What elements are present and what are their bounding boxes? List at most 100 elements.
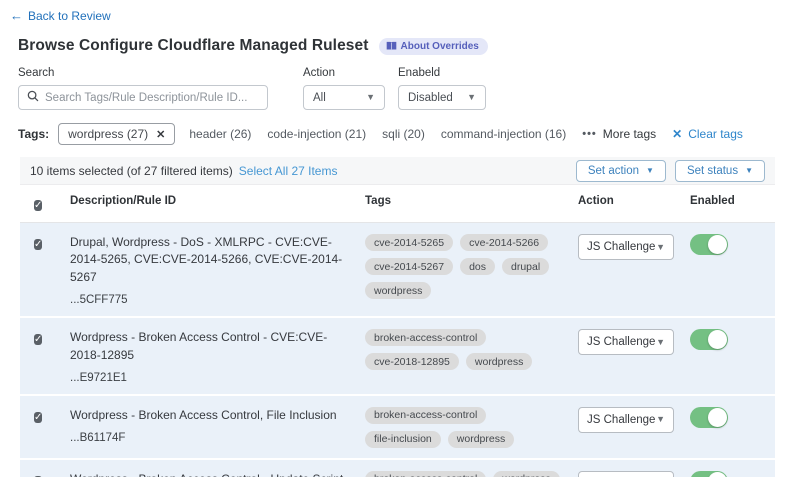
filter-tag[interactable]: sqli (20) bbox=[382, 127, 425, 141]
tag-pill: wordpress bbox=[493, 471, 559, 477]
tag-pill: wordpress bbox=[448, 431, 514, 448]
rule-id: ...5CFF775 bbox=[70, 294, 365, 306]
chevron-down-icon: ▼ bbox=[656, 415, 665, 424]
search-box bbox=[18, 85, 268, 110]
selected-tag-chip[interactable]: wordpress (27) ✕ bbox=[58, 123, 175, 145]
set-status-button[interactable]: Set status ▼ bbox=[675, 160, 765, 182]
toggle-knob bbox=[708, 330, 727, 349]
toggle-knob bbox=[708, 235, 727, 254]
selected-tag-label: wordpress (27) bbox=[68, 127, 148, 141]
row-checkbox[interactable] bbox=[34, 334, 42, 345]
rule-tags: broken-access-controlcve-2018-12895wordp… bbox=[365, 329, 578, 384]
more-tags-button[interactable]: ••• More tags bbox=[582, 127, 656, 141]
back-to-review-link[interactable]: ← Back to Review bbox=[10, 8, 111, 23]
back-link-label: Back to Review bbox=[28, 9, 111, 23]
table-row: Wordpress - Broken Access Control - CVE:… bbox=[20, 318, 775, 396]
search-icon bbox=[27, 89, 39, 107]
select-all-link[interactable]: Select All 27 Items bbox=[239, 164, 338, 178]
rule-tags: broken-access-control file-inclusion wordp… bbox=[365, 407, 578, 448]
action-filter-group: Action All ▼ bbox=[303, 67, 385, 110]
enabled-label: Enabeld bbox=[398, 67, 486, 79]
enabled-toggle[interactable] bbox=[690, 471, 728, 477]
column-header-enabled: Enabled bbox=[690, 195, 775, 213]
tag-pill: cve-2014-5266 bbox=[460, 234, 548, 251]
ruleset-panel: 10 items selected (of 27 filtered items)… bbox=[20, 157, 775, 477]
enabled-select[interactable]: Disabled ▼ bbox=[398, 85, 486, 110]
clear-tags-button[interactable]: ✕ Clear tags bbox=[672, 127, 743, 141]
bulk-buttons: Set action ▼ Set status ▼ bbox=[576, 160, 765, 182]
rule-action-select[interactable]: JS Challenge ▼ bbox=[578, 471, 674, 477]
rule-description: Wordpress - Broken Access Control - CVE:… bbox=[70, 329, 365, 364]
set-action-label: Set action bbox=[588, 165, 639, 177]
rule-action-value: JS Challenge bbox=[587, 336, 655, 348]
enabled-toggle[interactable] bbox=[690, 234, 728, 255]
table-header-row: Description/Rule ID Tags Action Enabled bbox=[20, 185, 775, 223]
badge-label: About Overrides bbox=[401, 41, 479, 52]
chevron-down-icon: ▼ bbox=[646, 167, 654, 175]
column-header-tags: Tags bbox=[365, 195, 578, 213]
action-select[interactable]: All ▼ bbox=[303, 85, 385, 110]
remove-tag-icon[interactable]: ✕ bbox=[156, 128, 165, 141]
rule-tags: cve-2014-5265cve-2014-5266cve-2014-5267d… bbox=[365, 234, 578, 306]
table-row: Wordpress - Broken Access Control, File … bbox=[20, 396, 775, 460]
book-icon bbox=[386, 41, 397, 51]
rule-id: ...E9721E1 bbox=[70, 372, 365, 384]
column-header-action: Action bbox=[578, 195, 690, 213]
ellipsis-icon: ••• bbox=[582, 128, 597, 140]
set-action-button[interactable]: Set action ▼ bbox=[576, 160, 666, 182]
clear-icon: ✕ bbox=[672, 127, 682, 141]
tag-pill: broken-access-control bbox=[365, 471, 486, 477]
rule-action-select[interactable]: JS Challenge ▼ bbox=[578, 234, 674, 260]
chevron-down-icon: ▼ bbox=[656, 338, 665, 347]
tag-pill: cve-2014-5265 bbox=[365, 234, 453, 251]
action-select-value: All bbox=[313, 92, 326, 104]
rule-description: Wordpress - Broken Access Control, File … bbox=[70, 407, 365, 424]
rule-action-select[interactable]: JS Challenge ▼ bbox=[578, 407, 674, 433]
table-row: Drupal, Wordpress - DoS - XMLRPC - CVE:C… bbox=[20, 223, 775, 318]
tag-list: header (26) code-injection (21) sqli (20) c… bbox=[189, 127, 566, 141]
rule-action-select[interactable]: JS Challenge ▼ bbox=[578, 329, 674, 355]
toggle-knob bbox=[708, 408, 727, 427]
enabled-toggle[interactable] bbox=[690, 407, 728, 428]
chevron-down-icon: ▼ bbox=[745, 167, 753, 175]
toggle-knob bbox=[708, 472, 727, 477]
action-label: Action bbox=[303, 67, 385, 79]
selection-bar: 10 items selected (of 27 filtered items)… bbox=[20, 157, 775, 185]
tags-label: Tags: bbox=[18, 127, 49, 141]
enabled-select-value: Disabled bbox=[408, 92, 453, 104]
clear-tags-label: Clear tags bbox=[688, 127, 743, 141]
rule-action-value: JS Challenge bbox=[587, 241, 655, 253]
filter-tag[interactable]: code-injection (21) bbox=[267, 127, 366, 141]
row-checkbox[interactable] bbox=[34, 412, 42, 423]
tag-pill: file-inclusion bbox=[365, 431, 441, 448]
tag-pill: broken-access-control bbox=[365, 329, 486, 346]
search-filter-group: Search bbox=[18, 67, 268, 110]
row-checkbox[interactable] bbox=[34, 239, 42, 250]
enabled-filter-group: Enabeld Disabled ▼ bbox=[398, 67, 486, 110]
set-status-label: Set status bbox=[687, 165, 738, 177]
back-arrow-icon: ← bbox=[10, 8, 23, 23]
rule-description: Wordpress - Broken Access Control - Upda… bbox=[70, 471, 365, 477]
tag-pill: broken-access-control bbox=[365, 407, 486, 424]
rule-tags: broken-access-control wordpress bbox=[365, 471, 578, 477]
chevron-down-icon: ▼ bbox=[656, 243, 665, 252]
filter-tag[interactable]: header (26) bbox=[189, 127, 251, 141]
page-title: Browse Configure Cloudflare Managed Rule… bbox=[18, 37, 369, 55]
tag-pill: wordpress bbox=[466, 353, 532, 370]
more-tags-label: More tags bbox=[603, 127, 656, 141]
about-overrides-badge[interactable]: About Overrides bbox=[379, 38, 488, 55]
tag-pill: wordpress bbox=[365, 282, 431, 299]
select-all-checkbox[interactable] bbox=[34, 200, 42, 211]
table-row: Wordpress - Broken Access Control - Upda… bbox=[20, 460, 775, 477]
tag-pill: cve-2014-5267 bbox=[365, 258, 453, 275]
chevron-down-icon: ▼ bbox=[467, 93, 476, 102]
page-header: Browse Configure Cloudflare Managed Rule… bbox=[18, 37, 794, 55]
column-header-description: Description/Rule ID bbox=[70, 195, 365, 213]
filter-tag[interactable]: command-injection (16) bbox=[441, 127, 566, 141]
selection-status: 10 items selected (of 27 filtered items) bbox=[30, 164, 233, 178]
enabled-toggle[interactable] bbox=[690, 329, 728, 350]
search-input[interactable] bbox=[45, 92, 259, 104]
search-label: Search bbox=[18, 67, 268, 79]
filters-row: Search Action All ▼ Enabeld Disabled ▼ bbox=[18, 67, 794, 110]
rule-action-value: JS Challenge bbox=[587, 414, 655, 426]
